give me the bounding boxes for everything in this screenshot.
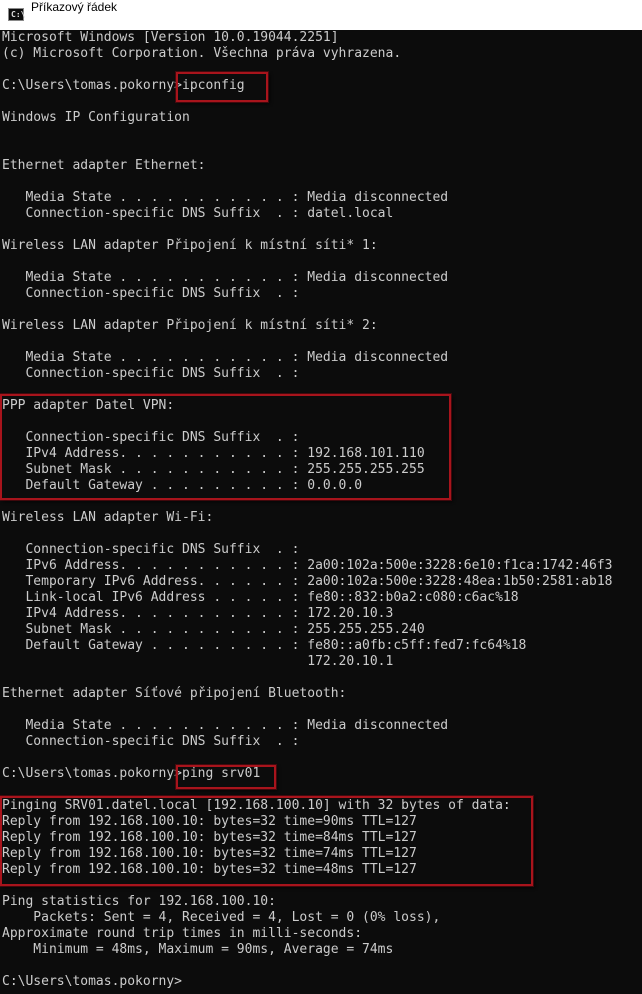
console-line: Connection-specific DNS Suffix . : bbox=[2, 366, 300, 381]
cmd-icon: C:\ bbox=[8, 8, 25, 21]
highlight-vpn-adapter bbox=[0, 394, 451, 500]
console-line: Wireless LAN adapter Připojení k místní … bbox=[2, 238, 378, 253]
console-line: Minimum = 48ms, Maximum = 90ms, Average … bbox=[2, 942, 394, 957]
console-line: Wireless LAN adapter Wi-Fi: bbox=[2, 510, 214, 525]
console-line: Subnet Mask . . . . . . . . . . . : 255.… bbox=[2, 622, 425, 637]
console-line: Windows IP Configuration bbox=[2, 110, 190, 125]
console-line: Media State . . . . . . . . . . . : Medi… bbox=[2, 718, 449, 733]
console-line: Ethernet adapter Ethernet: bbox=[2, 158, 206, 173]
highlight-ping-replies bbox=[0, 796, 533, 886]
console-line: Approximate round trip times in milli-se… bbox=[2, 926, 363, 941]
window-title: Příkazový řádek bbox=[31, 0, 118, 14]
console-line: Wireless LAN adapter Připojení k místní … bbox=[2, 318, 378, 333]
console-line: C:\Users\tomas.pokorny> bbox=[2, 974, 183, 989]
highlight-ipconfig-command bbox=[176, 72, 268, 102]
console-line: Media State . . . . . . . . . . . : Medi… bbox=[2, 190, 449, 205]
console-line: Connection-specific DNS Suffix . : datel… bbox=[2, 206, 394, 221]
console-line: Media State . . . . . . . . . . . : Medi… bbox=[2, 270, 449, 285]
console-line: IPv4 Address. . . . . . . . . . . : 172.… bbox=[2, 606, 394, 621]
console-line: Media State . . . . . . . . . . . : Medi… bbox=[2, 350, 449, 365]
console-line: Connection-specific DNS Suffix . : bbox=[2, 286, 300, 301]
console-line: Connection-specific DNS Suffix . : bbox=[2, 542, 300, 557]
console-line: Connection-specific DNS Suffix . : bbox=[2, 734, 300, 749]
console-line: IPv6 Address. . . . . . . . . . . : 2a00… bbox=[2, 558, 613, 573]
title-bar[interactable]: C:\ Příkazový řádek bbox=[0, 0, 642, 31]
console-line: Packets: Sent = 4, Received = 4, Lost = … bbox=[2, 910, 441, 925]
console-line: Ethernet adapter Síťové připojení Blueto… bbox=[2, 686, 347, 701]
console-line: Ping statistics for 192.168.100.10: bbox=[2, 894, 276, 909]
console-line: Temporary IPv6 Address. . . . . . : 2a00… bbox=[2, 574, 613, 589]
highlight-ping-command bbox=[176, 765, 276, 789]
console-line: 172.20.10.1 bbox=[2, 654, 394, 669]
console-line: Default Gateway . . . . . . . . . : fe80… bbox=[2, 638, 527, 653]
console-line: (c) Microsoft Corporation. Všechna práva… bbox=[2, 46, 402, 61]
console-line: Link-local IPv6 Address . . . . . : fe80… bbox=[2, 590, 519, 605]
console-line: Microsoft Windows [Version 10.0.19044.22… bbox=[2, 30, 339, 45]
